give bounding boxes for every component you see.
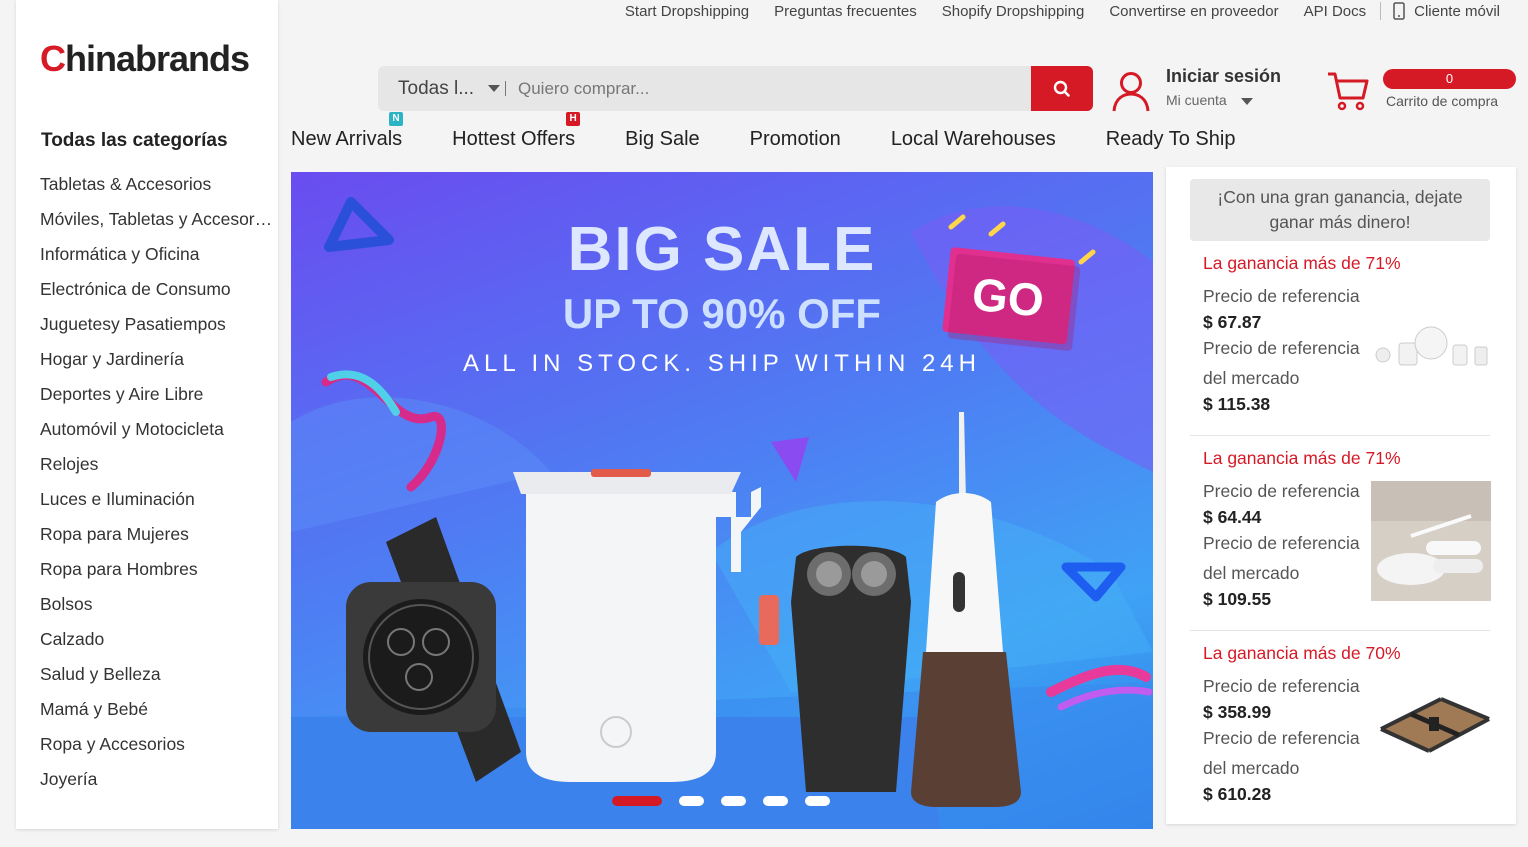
carousel-dot[interactable] <box>679 796 704 806</box>
category-item[interactable]: Deportes y Aire Libre <box>40 377 276 412</box>
sidebar: Chinabrands Todas las categorías Tableta… <box>16 0 278 829</box>
banner-title: BIG SALE <box>567 215 877 284</box>
top-link-become-supplier[interactable]: Convertirse en proveedor <box>1109 3 1278 20</box>
category-list: Tabletas & Accesorios Móviles, Tabletas … <box>40 167 276 797</box>
category-item[interactable]: Salud y Belleza <box>40 657 276 692</box>
nav-label: Promotion <box>749 128 841 150</box>
profit-margin[interactable]: La ganancia más de 71% <box>1203 253 1503 274</box>
market-price: $ 610.28 <box>1203 784 1272 804</box>
carousel-dot[interactable] <box>612 796 662 806</box>
login-link[interactable]: Iniciar sesión <box>1166 66 1281 87</box>
category-item[interactable]: Informática y Oficina <box>40 237 276 272</box>
search-button[interactable] <box>1031 66 1093 111</box>
logo[interactable]: Chinabrands <box>40 38 250 80</box>
nav-label: Ready To Ship <box>1105 128 1236 150</box>
mobile-client-link[interactable]: Cliente móvil <box>1393 2 1500 20</box>
chevron-down-icon[interactable] <box>1241 98 1253 105</box>
product-image[interactable] <box>1371 481 1491 601</box>
nav-promotion[interactable]: Promotion <box>750 128 841 151</box>
mobile-client-label: Cliente móvil <box>1414 2 1500 20</box>
nav-label: Local Warehouses <box>890 128 1056 150</box>
category-item[interactable]: Luces e Iluminación <box>40 482 276 517</box>
cart-label[interactable]: Carrito de compra <box>1386 93 1498 109</box>
promo-text-line: ¡Con una gran ganancia, dejate <box>1217 187 1463 207</box>
profit-promo-box: ¡Con una gran ganancia, dejate ganar más… <box>1190 179 1490 241</box>
top-link-faq[interactable]: Preguntas frecuentes <box>774 3 917 20</box>
search-icon <box>1053 80 1070 97</box>
top-link-shopify-dropshipping[interactable]: Shopify Dropshipping <box>942 3 1085 20</box>
market-price: $ 115.38 <box>1203 394 1271 414</box>
divider <box>1190 435 1490 436</box>
banner-subtitle: UP TO 90% OFF <box>562 290 882 337</box>
nav-big-sale[interactable]: Big Sale <box>625 128 700 151</box>
hero-banner[interactable]: GO BIG SALE UP TO 90% OFF ALL IN STOCK. … <box>291 172 1153 829</box>
top-links: Start Dropshipping Preguntas frecuentes … <box>600 0 1500 22</box>
profit-margin[interactable]: La ganancia más de 70% <box>1203 643 1503 664</box>
nav-local-warehouses[interactable]: Local Warehouses <box>891 128 1056 151</box>
category-item[interactable]: Automóvil y Motocicleta <box>40 412 276 447</box>
logo-first-letter: C <box>40 38 66 79</box>
nav-label: Hottest Offers <box>452 128 576 150</box>
categories-title: Todas las categorías <box>41 130 228 151</box>
carousel-dot[interactable] <box>763 796 788 806</box>
main-nav: N New Arrivals H Hottest Offers Big Sale… <box>291 112 1285 151</box>
category-item[interactable]: Tabletas & Accesorios <box>40 167 276 202</box>
banner-tagline: ALL IN STOCK. SHIP WITHIN 24H <box>463 350 981 377</box>
carousel-dots <box>612 796 847 806</box>
new-tag-badge: N <box>389 112 403 126</box>
category-item[interactable]: Móviles, Tabletas y Accesorios <box>40 202 276 237</box>
carousel-dot[interactable] <box>721 796 746 806</box>
profit-margin[interactable]: La ganancia más de 71% <box>1203 448 1503 469</box>
cart-count-badge[interactable]: 0 <box>1383 69 1516 89</box>
category-item[interactable]: Relojes <box>40 447 276 482</box>
category-item[interactable]: Hogar y Jardinería <box>40 342 276 377</box>
top-link-api-docs[interactable]: API Docs <box>1304 3 1367 20</box>
promo-text-line: ganar más dinero! <box>1269 212 1411 232</box>
hot-tag-badge: H <box>566 112 581 126</box>
search-bar: Todas l... <box>378 66 1093 111</box>
category-item[interactable]: Ropa y Accesorios <box>40 727 276 762</box>
category-item[interactable]: Calzado <box>40 622 276 657</box>
divider <box>1380 2 1382 20</box>
category-item[interactable]: Bolsos <box>40 587 276 622</box>
search-category-select[interactable]: Todas l... <box>398 66 474 111</box>
product-image[interactable] <box>1371 317 1491 377</box>
nav-hottest-offers[interactable]: H Hottest Offers <box>452 112 581 151</box>
phone-icon <box>1393 2 1405 20</box>
carousel-dot[interactable] <box>805 796 830 806</box>
profit-panel: ¡Con una gran ganancia, dejate ganar más… <box>1166 167 1516 824</box>
nav-new-arrivals[interactable]: N New Arrivals <box>291 112 403 151</box>
search-input[interactable] <box>516 74 1020 104</box>
category-item[interactable]: Electrónica de Consumo <box>40 272 276 307</box>
category-item[interactable]: Ropa para Hombres <box>40 552 276 587</box>
chevron-down-icon <box>488 85 500 92</box>
logo-text: hinabrands <box>65 38 250 79</box>
ref-price-label: Precio de referencia <box>1203 286 1360 306</box>
user-icon[interactable] <box>1111 70 1151 112</box>
cart-icon[interactable] <box>1326 70 1370 112</box>
nav-ready-to-ship[interactable]: Ready To Ship <box>1106 128 1236 151</box>
nav-label: Big Sale <box>625 128 700 150</box>
divider <box>1190 630 1490 631</box>
my-account-menu[interactable]: Mi cuenta <box>1166 92 1227 108</box>
category-item[interactable]: Mamá y Bebé <box>40 692 276 727</box>
top-link-start-dropshipping[interactable]: Start Dropshipping <box>625 3 749 20</box>
category-item[interactable]: Joyería <box>40 762 276 797</box>
category-item[interactable]: Ropa para Mujeres <box>40 517 276 552</box>
product-image[interactable] <box>1371 689 1491 759</box>
nav-label: New Arrivals <box>291 128 403 150</box>
category-item[interactable]: Juguetesy Pasatiempos <box>40 307 276 342</box>
divider <box>505 81 506 96</box>
